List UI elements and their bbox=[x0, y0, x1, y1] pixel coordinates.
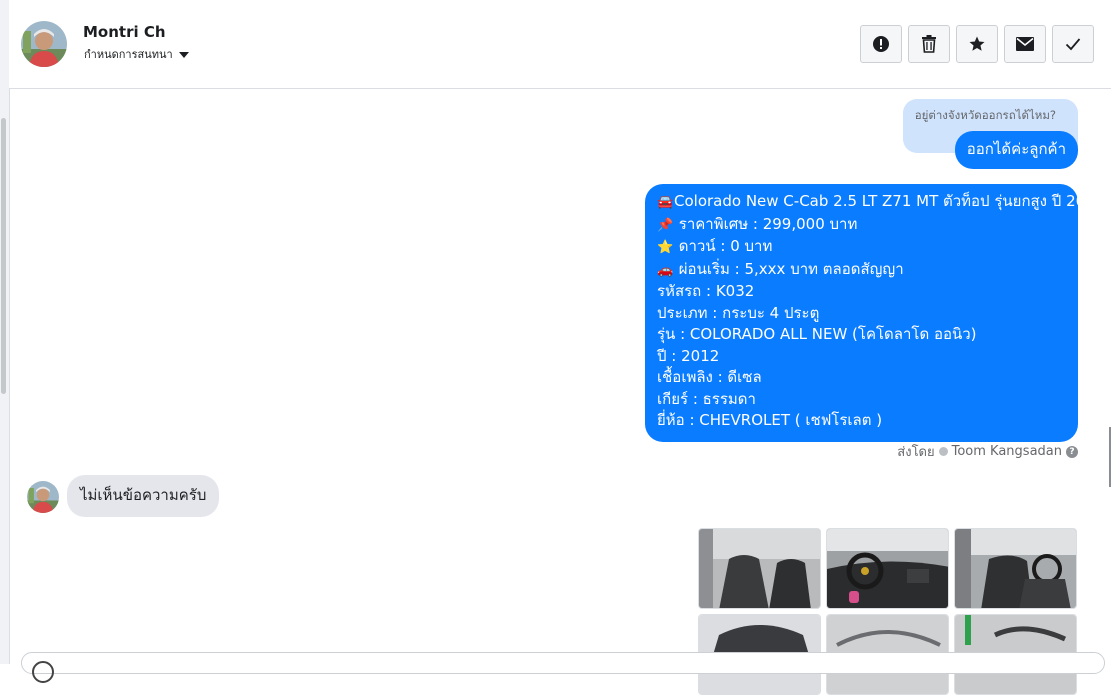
car-icon: 🚘 bbox=[657, 195, 674, 210]
chevron-down-icon bbox=[178, 52, 189, 58]
pin-icon: 📌 bbox=[657, 217, 674, 233]
mark-unread-button[interactable] bbox=[1004, 25, 1046, 63]
listing-line: ยี่ห้อ : CHEVROLET ( เชฟโรเลต ) bbox=[657, 411, 883, 429]
sent-by-label: ส่งโดย bbox=[897, 445, 935, 460]
listing-line: 🚘Colorado New C-Cab 2.5 LT Z71 MT ตัวท็อ… bbox=[657, 191, 1104, 214]
conversation-settings-label: กำหนดการสนทนา bbox=[84, 48, 173, 61]
checkmark-icon bbox=[1065, 38, 1081, 51]
message-thread[interactable]: อยู่ต่างจังหวัดออกรถได้ไหม? ออกได้ค่ะลูก… bbox=[9, 89, 1111, 695]
car-photo[interactable] bbox=[698, 528, 821, 609]
conversation-header: Montri Ch กำหนดการสนทนา bbox=[9, 0, 1111, 89]
listing-line: ⭐ ดาวน์ : 0 บาท bbox=[657, 236, 1066, 259]
sender-avatar[interactable] bbox=[27, 481, 59, 513]
star-emoji-icon: ⭐ bbox=[657, 240, 674, 255]
trash-icon bbox=[922, 35, 936, 53]
listing-line: ปี : 2012 bbox=[657, 346, 720, 365]
listing-line: เกียร์ : ธรรมดา bbox=[657, 389, 756, 408]
help-icon[interactable]: ? bbox=[1066, 445, 1078, 458]
star-button[interactable] bbox=[956, 25, 998, 63]
listing-line: รุ่น : COLORADO ALL NEW (โคโดลาโด ออนิว) bbox=[657, 325, 977, 343]
conversation-settings-dropdown[interactable]: กำหนดการสนทนา bbox=[84, 45, 189, 63]
page-badge-icon bbox=[938, 447, 948, 456]
header-actions bbox=[860, 25, 1094, 63]
listing-line: รหัสรถ : K032 bbox=[657, 282, 755, 300]
mark-done-button[interactable] bbox=[1052, 25, 1094, 63]
left-scrollbar-thumb[interactable] bbox=[1, 118, 6, 394]
incoming-message[interactable]: ไม่เห็นข้อความครับ bbox=[67, 475, 220, 517]
car-photo[interactable] bbox=[954, 528, 1077, 609]
sent-by-info: ส่งโดย Toom Kangsadan ? bbox=[897, 441, 1078, 462]
listing-line: ประเภท : กระบะ 4 ประตู bbox=[657, 303, 820, 322]
mark-spam-button[interactable] bbox=[860, 25, 902, 63]
alert-circle-icon bbox=[873, 36, 889, 52]
listing-line: 📌 ราคาพิเศษ : 299,000 บาท bbox=[657, 214, 1066, 237]
emoji-icon[interactable] bbox=[32, 661, 54, 683]
star-icon bbox=[969, 36, 985, 51]
message-composer[interactable] bbox=[21, 652, 1105, 683]
car-icon: 🚗 bbox=[657, 262, 674, 278]
listing-line: เชื้อเพลิง : ดีเซล bbox=[657, 368, 762, 386]
delete-button[interactable] bbox=[908, 25, 950, 63]
envelope-icon bbox=[1016, 37, 1034, 51]
outgoing-listing-message[interactable]: 🚘Colorado New C-Cab 2.5 LT Z71 MT ตัวท็อ… bbox=[645, 184, 1104, 442]
contact-avatar[interactable] bbox=[21, 21, 67, 67]
outgoing-message[interactable]: ออกได้ค่ะลูกค้า bbox=[954, 131, 1078, 169]
contact-name[interactable]: Montri Ch bbox=[83, 23, 166, 41]
car-photo[interactable] bbox=[826, 528, 949, 609]
listing-line: 🚗 ผ่อนเริ่ม : 5,xxx บาท ตลอดสัญญา bbox=[657, 259, 1066, 282]
sent-by-name[interactable]: Toom Kangsadan bbox=[952, 444, 1062, 459]
